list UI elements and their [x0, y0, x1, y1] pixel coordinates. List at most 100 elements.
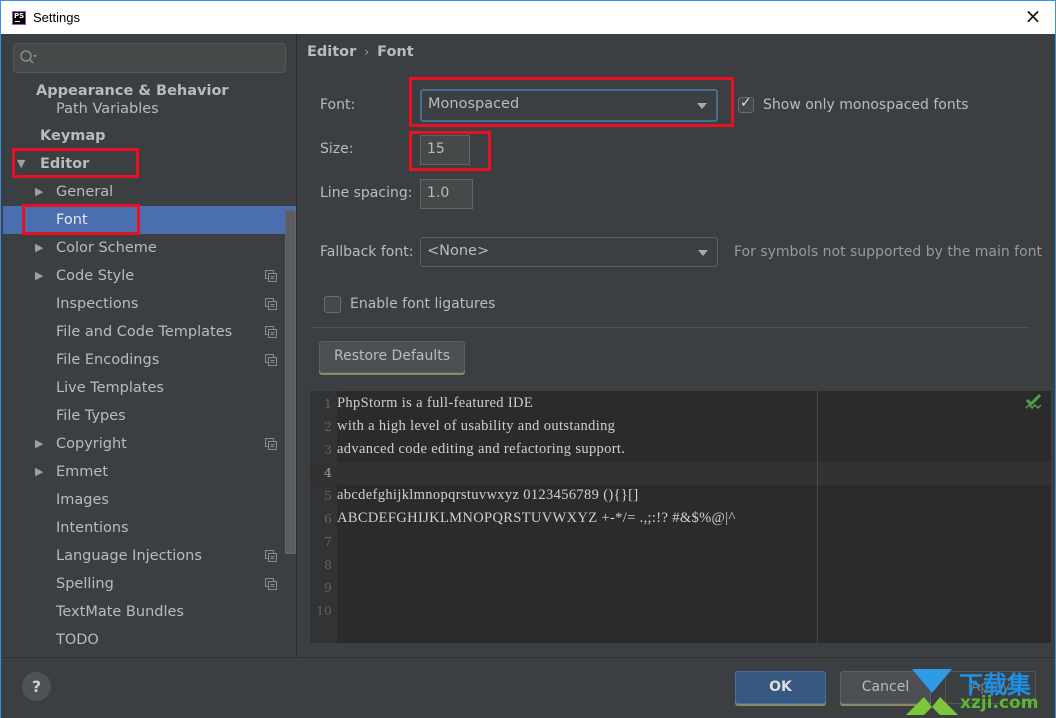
ok-button[interactable]: OK	[735, 671, 826, 704]
sidebar-item-label: File Types	[56, 408, 126, 424]
breadcrumb-parent[interactable]: Editor	[307, 44, 356, 60]
sidebar-item-images[interactable]: Images	[3, 486, 286, 514]
watermark-logo-icon	[906, 669, 958, 715]
fallback-font-label: Fallback font:	[320, 244, 414, 260]
sidebar-item-keymap[interactable]: Keymap	[3, 122, 286, 150]
sidebar-item-label: Live Templates	[56, 380, 164, 396]
line-number: 2	[324, 419, 332, 434]
sidebar-item-appearance-behavior[interactable]: Appearance & Behavior	[3, 81, 286, 101]
collapsed-arrow-icon[interactable]: ▶	[35, 458, 43, 486]
sidebar-item-label: File Encodings	[56, 352, 160, 368]
sidebar-scrollbar[interactable]	[285, 210, 296, 554]
sidebar-item-todo[interactable]: TODO	[3, 626, 286, 654]
sidebar-item-editor[interactable]: ▼ Editor	[3, 150, 286, 178]
preview-line: 2 with a high level of usability and outs…	[310, 416, 1051, 439]
sidebar-item-label: Images	[56, 492, 109, 508]
close-icon[interactable]: ×	[1023, 6, 1043, 27]
preview-line: 1 PhpStorm is a full-featured IDE	[310, 393, 1051, 416]
preview-line: 10	[310, 600, 1051, 623]
collapsed-arrow-icon[interactable]: ▶	[35, 262, 43, 290]
sidebar-item-general[interactable]: ▶ General	[3, 178, 286, 206]
expanded-arrow-icon[interactable]: ▼	[17, 150, 25, 178]
sidebar-item-color-scheme[interactable]: ▶ Color Scheme	[3, 234, 286, 262]
sidebar-item-path-variables[interactable]: Path Variables	[3, 99, 286, 119]
inspection-ok-icon[interactable]	[1025, 394, 1043, 410]
fallback-font-value: <None>	[427, 243, 490, 259]
project-scope-icon	[265, 578, 277, 590]
breadcrumb-current: Font	[377, 44, 414, 60]
sidebar-item-label: Inspections	[56, 296, 139, 312]
preview-code-text: ABCDEFGHIJKLMNOPQRSTUVWXYZ +-*/= .,;:!? …	[337, 510, 736, 526]
collapsed-arrow-icon[interactable]: ▶	[35, 178, 43, 206]
sidebar-item-label: Emmet	[56, 464, 109, 480]
fallback-font-select[interactable]: <None>	[420, 237, 718, 267]
show-only-monospaced-checkbox[interactable]: ✓	[738, 95, 754, 113]
line-number: 4	[324, 465, 332, 480]
line-number: 6	[324, 511, 332, 526]
sidebar-item-copyright[interactable]: ▶ Copyright	[3, 430, 286, 458]
sidebar-item-file-encodings[interactable]: File Encodings	[3, 346, 286, 374]
watermark-url: xzji.com	[960, 693, 1039, 713]
preview-line: 7	[310, 531, 1051, 554]
restore-defaults-button[interactable]: Restore Defaults	[319, 341, 465, 373]
sidebar-item-intentions[interactable]: Intentions	[3, 514, 286, 542]
help-button[interactable]: ?	[22, 672, 51, 701]
line-spacing-input[interactable]: 1.0	[420, 179, 473, 209]
line-number: 1	[324, 396, 332, 411]
sidebar-item-file-types[interactable]: File Types	[3, 402, 286, 430]
sidebar-item-file-and-code-templates[interactable]: File and Code Templates	[3, 318, 286, 346]
preview-line: 6 ABCDEFGHIJKLMNOPQRSTUVWXYZ +-*/= .,;:!?…	[310, 508, 1051, 531]
search-icon	[20, 50, 37, 64]
line-spacing-label: Line spacing:	[320, 185, 413, 201]
sidebar-item-label: Color Scheme	[56, 240, 157, 256]
collapsed-arrow-icon[interactable]: ▶	[35, 234, 43, 262]
project-scope-icon	[265, 550, 277, 562]
sidebar-item-label: Copyright	[56, 436, 127, 452]
sidebar-item-label: TextMate Bundles	[56, 604, 184, 620]
enable-ligatures-label[interactable]: Enable font ligatures	[350, 296, 495, 312]
line-number: 3	[324, 442, 332, 457]
chevron-down-icon	[697, 103, 707, 109]
font-select[interactable]: Monospaced	[420, 89, 718, 122]
watermark: 下载集 xzji.com	[906, 665, 1056, 717]
sidebar-item-language-injections[interactable]: Language Injections	[3, 542, 286, 570]
breadcrumb-separator: ›	[364, 45, 370, 59]
fallback-font-hint: For symbols not supported by the main fo…	[734, 244, 1043, 260]
font-preview-editor[interactable]: 1 PhpStorm is a full-featured IDE 2 with a …	[310, 391, 1051, 643]
sidebar-item-label: Editor	[40, 156, 90, 172]
window-title: Settings	[33, 10, 80, 25]
font-settings-panel: Editor › Font Font: Monospaced ✓ Show only…	[297, 34, 1055, 657]
project-scope-icon	[265, 354, 277, 366]
sidebar-item-textmate-bundles[interactable]: TextMate Bundles	[3, 598, 286, 626]
show-only-monospaced-label[interactable]: Show only monospaced fonts	[763, 97, 969, 113]
sidebar-item-spelling[interactable]: Spelling	[3, 570, 286, 598]
collapsed-arrow-icon[interactable]: ▶	[35, 430, 43, 458]
section-divider	[311, 327, 1029, 328]
sidebar-item-live-templates[interactable]: Live Templates	[3, 374, 286, 402]
breadcrumb: Editor › Font	[307, 44, 414, 60]
sidebar-item-code-style[interactable]: ▶ Code Style	[3, 262, 286, 290]
preview-code-text: advanced code editing and refactoring su…	[337, 441, 626, 457]
line-number: 5	[324, 488, 332, 503]
sidebar-item-emmet[interactable]: ▶ Emmet	[3, 458, 286, 486]
right-margin-guide	[817, 391, 818, 643]
line-number: 7	[324, 534, 332, 549]
sidebar-item-label: Code Style	[56, 268, 135, 284]
sidebar-item-label: Font	[56, 212, 88, 228]
sidebar-item-font[interactable]: Font	[3, 206, 296, 234]
preview-line: 3 advanced code editing and refactoring s…	[310, 439, 1051, 462]
sidebar-item-label: General	[56, 184, 114, 200]
project-scope-icon	[265, 326, 277, 338]
size-input[interactable]: 15	[420, 135, 470, 165]
line-number: 10	[316, 603, 332, 618]
line-number: 8	[324, 557, 332, 572]
project-scope-icon	[265, 298, 277, 310]
sidebar-item-label: File and Code Templates	[56, 324, 233, 340]
enable-ligatures-checkbox[interactable]	[324, 296, 341, 313]
preview-line: 4	[310, 462, 1051, 485]
sidebar-item-inspections[interactable]: Inspections	[3, 290, 286, 318]
settings-search-input[interactable]	[13, 43, 286, 73]
sidebar-item-label: Path Variables	[56, 101, 159, 117]
sidebar-item-label: Spelling	[56, 576, 114, 592]
line-number: 9	[324, 580, 332, 595]
